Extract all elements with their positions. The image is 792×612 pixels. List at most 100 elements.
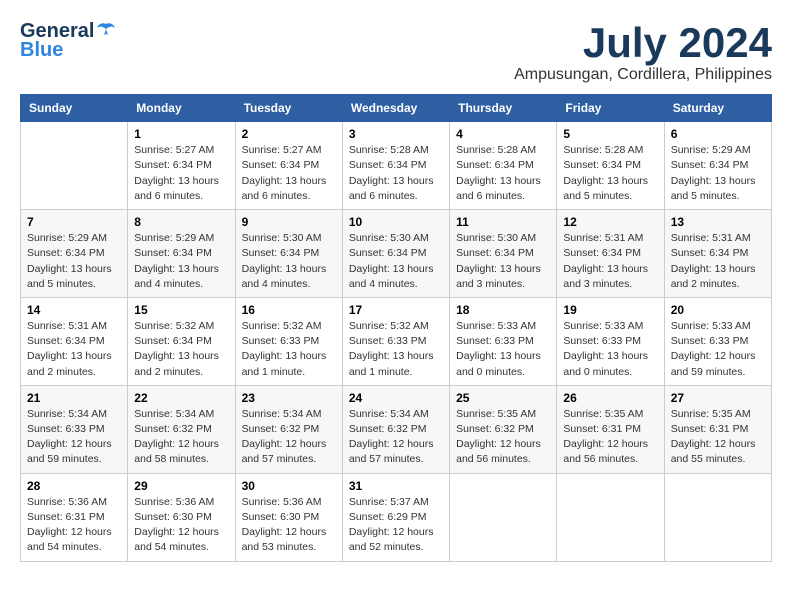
- calendar-cell: 16 Sunrise: 5:32 AM Sunset: 6:33 PM Dayli…: [235, 297, 342, 385]
- day-number: 3: [349, 127, 443, 141]
- day-info: Sunrise: 5:33 AM Sunset: 6:33 PM Dayligh…: [456, 319, 550, 380]
- day-header-tuesday: Tuesday: [235, 95, 342, 122]
- day-number: 19: [563, 303, 657, 317]
- day-info: Sunrise: 5:28 AM Sunset: 6:34 PM Dayligh…: [456, 143, 550, 204]
- calendar-cell: 26 Sunrise: 5:35 AM Sunset: 6:31 PM Dayli…: [557, 385, 664, 473]
- calendar-cell: 6 Sunrise: 5:29 AM Sunset: 6:34 PM Daylig…: [664, 122, 771, 210]
- day-number: 15: [134, 303, 228, 317]
- calendar-week-row: 21 Sunrise: 5:34 AM Sunset: 6:33 PM Dayli…: [21, 385, 772, 473]
- calendar-cell: 24 Sunrise: 5:34 AM Sunset: 6:32 PM Dayli…: [342, 385, 449, 473]
- day-info: Sunrise: 5:29 AM Sunset: 6:34 PM Dayligh…: [134, 231, 228, 292]
- calendar-cell: 20 Sunrise: 5:33 AM Sunset: 6:33 PM Dayli…: [664, 297, 771, 385]
- day-number: 30: [242, 479, 336, 493]
- day-info: Sunrise: 5:31 AM Sunset: 6:34 PM Dayligh…: [671, 231, 765, 292]
- day-info: Sunrise: 5:33 AM Sunset: 6:33 PM Dayligh…: [671, 319, 765, 380]
- day-number: 31: [349, 479, 443, 493]
- day-info: Sunrise: 5:30 AM Sunset: 6:34 PM Dayligh…: [242, 231, 336, 292]
- day-number: 9: [242, 215, 336, 229]
- day-info: Sunrise: 5:32 AM Sunset: 6:33 PM Dayligh…: [349, 319, 443, 380]
- day-number: 11: [456, 215, 550, 229]
- logo-bird-icon: [95, 21, 117, 43]
- day-info: Sunrise: 5:34 AM Sunset: 6:32 PM Dayligh…: [242, 407, 336, 468]
- day-header-friday: Friday: [557, 95, 664, 122]
- day-number: 28: [27, 479, 121, 493]
- day-info: Sunrise: 5:32 AM Sunset: 6:34 PM Dayligh…: [134, 319, 228, 380]
- calendar-cell: 23 Sunrise: 5:34 AM Sunset: 6:32 PM Dayli…: [235, 385, 342, 473]
- day-info: Sunrise: 5:31 AM Sunset: 6:34 PM Dayligh…: [563, 231, 657, 292]
- calendar-cell: 1 Sunrise: 5:27 AM Sunset: 6:34 PM Daylig…: [128, 122, 235, 210]
- calendar-cell: 12Sunrise: 5:31 AM Sunset: 6:34 PM Dayli…: [557, 210, 664, 298]
- calendar-cell: 28 Sunrise: 5:36 AM Sunset: 6:31 PM Dayli…: [21, 473, 128, 561]
- day-number: 6: [671, 127, 765, 141]
- calendar-week-row: 1 Sunrise: 5:27 AM Sunset: 6:34 PM Daylig…: [21, 122, 772, 210]
- calendar-cell: 10Sunrise: 5:30 AM Sunset: 6:34 PM Dayli…: [342, 210, 449, 298]
- day-number: 17: [349, 303, 443, 317]
- calendar-cell: 9 Sunrise: 5:30 AM Sunset: 6:34 PM Daylig…: [235, 210, 342, 298]
- calendar-cell: 4 Sunrise: 5:28 AM Sunset: 6:34 PM Daylig…: [450, 122, 557, 210]
- day-number: 1: [134, 127, 228, 141]
- day-info: Sunrise: 5:35 AM Sunset: 6:31 PM Dayligh…: [563, 407, 657, 468]
- day-info: Sunrise: 5:36 AM Sunset: 6:30 PM Dayligh…: [134, 495, 228, 556]
- day-number: 10: [349, 215, 443, 229]
- day-info: Sunrise: 5:36 AM Sunset: 6:31 PM Dayligh…: [27, 495, 121, 556]
- calendar-cell: 29 Sunrise: 5:36 AM Sunset: 6:30 PM Dayli…: [128, 473, 235, 561]
- calendar-cell: [450, 473, 557, 561]
- day-number: 21: [27, 391, 121, 405]
- calendar-table: SundayMondayTuesdayWednesdayThursdayFrid…: [20, 94, 772, 561]
- location-title: Ampusungan, Cordillera, Philippines: [514, 66, 772, 84]
- calendar-cell: 13 Sunrise: 5:31 AM Sunset: 6:34 PM Dayli…: [664, 210, 771, 298]
- day-number: 25: [456, 391, 550, 405]
- day-number: 14: [27, 303, 121, 317]
- logo-blue-text: Blue: [20, 39, 63, 62]
- day-info: Sunrise: 5:29 AM Sunset: 6:34 PM Dayligh…: [27, 231, 121, 292]
- calendar-week-row: 7 Sunrise: 5:29 AM Sunset: 6:34 PM Daylig…: [21, 210, 772, 298]
- day-number: 2: [242, 127, 336, 141]
- day-number: 29: [134, 479, 228, 493]
- day-header-wednesday: Wednesday: [342, 95, 449, 122]
- calendar-cell: 14Sunrise: 5:31 AM Sunset: 6:34 PM Dayli…: [21, 297, 128, 385]
- day-info: Sunrise: 5:28 AM Sunset: 6:34 PM Dayligh…: [349, 143, 443, 204]
- day-info: Sunrise: 5:27 AM Sunset: 6:34 PM Dayligh…: [134, 143, 228, 204]
- day-number: 20: [671, 303, 765, 317]
- day-number: 18: [456, 303, 550, 317]
- calendar-cell: 3 Sunrise: 5:28 AM Sunset: 6:34 PM Daylig…: [342, 122, 449, 210]
- day-header-monday: Monday: [128, 95, 235, 122]
- day-info: Sunrise: 5:29 AM Sunset: 6:34 PM Dayligh…: [671, 143, 765, 204]
- calendar-header-row: SundayMondayTuesdayWednesdayThursdayFrid…: [21, 95, 772, 122]
- day-info: Sunrise: 5:35 AM Sunset: 6:31 PM Dayligh…: [671, 407, 765, 468]
- calendar-cell: 22 Sunrise: 5:34 AM Sunset: 6:32 PM Dayli…: [128, 385, 235, 473]
- calendar-cell: 27 Sunrise: 5:35 AM Sunset: 6:31 PM Dayli…: [664, 385, 771, 473]
- day-number: 13: [671, 215, 765, 229]
- calendar-cell: 25 Sunrise: 5:35 AM Sunset: 6:32 PM Dayli…: [450, 385, 557, 473]
- day-number: 5: [563, 127, 657, 141]
- calendar-cell: [664, 473, 771, 561]
- day-header-thursday: Thursday: [450, 95, 557, 122]
- day-number: 24: [349, 391, 443, 405]
- day-info: Sunrise: 5:32 AM Sunset: 6:33 PM Dayligh…: [242, 319, 336, 380]
- day-info: Sunrise: 5:30 AM Sunset: 6:34 PM Dayligh…: [456, 231, 550, 292]
- day-header-saturday: Saturday: [664, 95, 771, 122]
- calendar-cell: 30Sunrise: 5:36 AM Sunset: 6:30 PM Dayli…: [235, 473, 342, 561]
- day-info: Sunrise: 5:27 AM Sunset: 6:34 PM Dayligh…: [242, 143, 336, 204]
- calendar-cell: 2 Sunrise: 5:27 AM Sunset: 6:34 PM Daylig…: [235, 122, 342, 210]
- calendar-week-row: 14Sunrise: 5:31 AM Sunset: 6:34 PM Dayli…: [21, 297, 772, 385]
- day-number: 23: [242, 391, 336, 405]
- day-number: 26: [563, 391, 657, 405]
- day-info: Sunrise: 5:33 AM Sunset: 6:33 PM Dayligh…: [563, 319, 657, 380]
- day-number: 22: [134, 391, 228, 405]
- day-number: 7: [27, 215, 121, 229]
- day-number: 16: [242, 303, 336, 317]
- day-number: 4: [456, 127, 550, 141]
- day-info: Sunrise: 5:28 AM Sunset: 6:34 PM Dayligh…: [563, 143, 657, 204]
- month-title: July 2024: [514, 20, 772, 66]
- day-info: Sunrise: 5:34 AM Sunset: 6:32 PM Dayligh…: [349, 407, 443, 468]
- calendar-cell: 31Sunrise: 5:37 AM Sunset: 6:29 PM Dayli…: [342, 473, 449, 561]
- day-number: 27: [671, 391, 765, 405]
- day-info: Sunrise: 5:35 AM Sunset: 6:32 PM Dayligh…: [456, 407, 550, 468]
- day-info: Sunrise: 5:34 AM Sunset: 6:33 PM Dayligh…: [27, 407, 121, 468]
- calendar-week-row: 28 Sunrise: 5:36 AM Sunset: 6:31 PM Dayli…: [21, 473, 772, 561]
- day-info: Sunrise: 5:34 AM Sunset: 6:32 PM Dayligh…: [134, 407, 228, 468]
- calendar-cell: 18 Sunrise: 5:33 AM Sunset: 6:33 PM Dayli…: [450, 297, 557, 385]
- title-section: July 2024 Ampusungan, Cordillera, Philip…: [514, 20, 772, 84]
- calendar-cell: 8Sunrise: 5:29 AM Sunset: 6:34 PM Daylig…: [128, 210, 235, 298]
